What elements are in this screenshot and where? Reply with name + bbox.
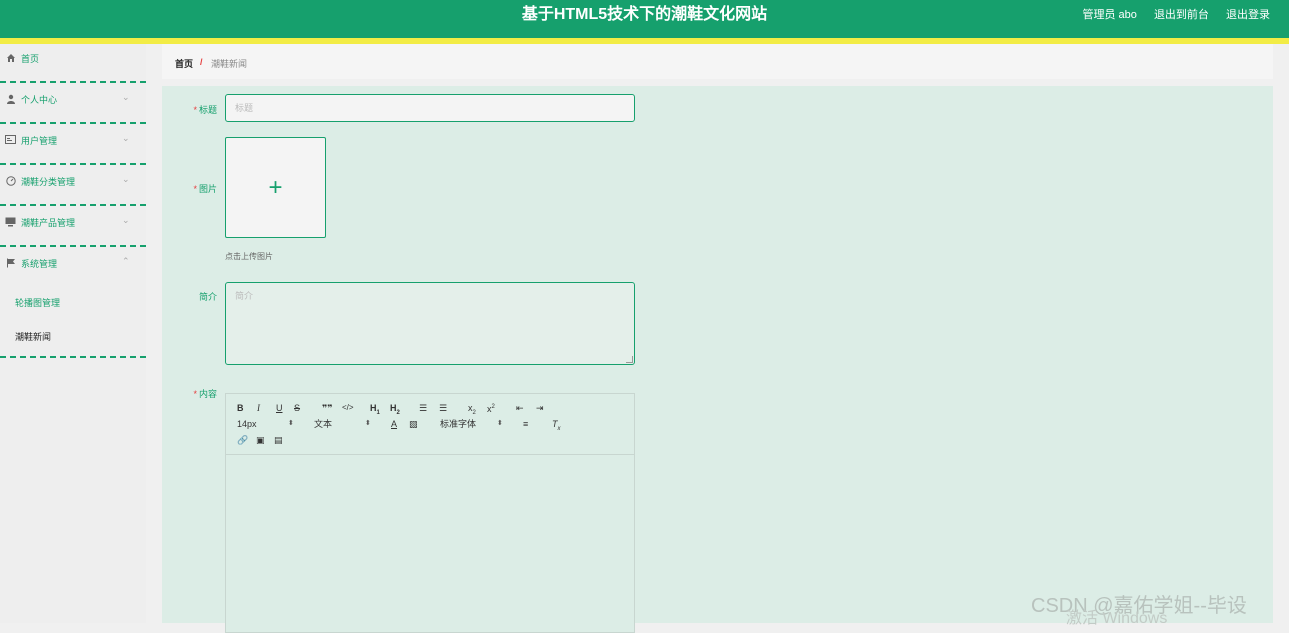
select-caret-icon: ⬍: [365, 420, 371, 427]
title-placeholder: 标题: [235, 103, 254, 113]
subscript-icon[interactable]: x2: [468, 402, 476, 419]
select-caret-icon: ⬍: [288, 420, 294, 427]
text-type-select[interactable]: 文本: [314, 418, 332, 430]
system-submenu: 轮播图管理 潮鞋新闻: [0, 286, 146, 358]
title-label: * 标题: [193, 105, 217, 115]
link-icon[interactable]: 🔗: [237, 434, 248, 446]
admin-name: 管理员 abo: [1082, 9, 1137, 21]
sidebar: 首页 个人中心 ⌄ 用户管理 ⌄ 潮鞋分类管理 ⌄ 潮鞋产品管理 ⌄ 系统管理 …: [0, 44, 146, 623]
plus-icon: +: [268, 174, 283, 201]
italic-icon[interactable]: I: [257, 402, 260, 414]
windows-activation-watermark: 激活 Windows: [1066, 610, 1168, 627]
ordered-list-icon[interactable]: ☰: [419, 402, 427, 414]
chevron-down-icon: ⌄: [122, 174, 130, 184]
page-scrollbar[interactable]: [1274, 44, 1289, 623]
sidebar-item-category-management[interactable]: 潮鞋分类管理 ⌄: [0, 167, 146, 206]
news-form: * 标题 标题 * 图片 + 点击上传图片 简介 简介 * 内容 B I U S ❞❞…: [162, 86, 1273, 633]
required-mark: *: [193, 105, 197, 115]
font-family-select[interactable]: 标准字体: [440, 418, 476, 430]
select-caret-icon: ⬍: [497, 420, 503, 427]
chevron-down-icon: ⌄: [122, 92, 130, 102]
gauge-icon: [5, 176, 16, 187]
sidebar-item-label: 潮鞋产品管理: [21, 218, 76, 228]
video-icon[interactable]: ▤: [274, 434, 283, 446]
background-color-icon[interactable]: ▧: [409, 418, 418, 430]
intro-textarea[interactable]: 简介: [225, 282, 635, 365]
sidebar-item-label: 首页: [21, 54, 40, 64]
sidebar-item-personal-center[interactable]: 个人中心 ⌄: [0, 85, 146, 124]
sidebar-item-label: 个人中心: [21, 95, 58, 105]
required-mark: *: [193, 389, 197, 399]
monitor-icon: [5, 217, 16, 228]
sidebar-item-user-management[interactable]: 用户管理 ⌄: [0, 126, 146, 165]
sidebar-item-home[interactable]: 首页: [0, 44, 146, 83]
underline-icon[interactable]: U: [276, 402, 283, 414]
chevron-up-icon: ⌃: [122, 256, 130, 266]
top-header: 基于HTML5技术下的潮鞋文化网站 管理员 abo 退出到前台 退出登录: [0, 0, 1289, 38]
breadcrumb-separator: /: [200, 57, 203, 67]
chevron-down-icon: ⌄: [122, 215, 130, 225]
strike-icon[interactable]: S: [294, 402, 300, 414]
submenu-item-news[interactable]: 潮鞋新闻: [0, 320, 146, 354]
breadcrumb: 首页 / 潮鞋新闻: [162, 44, 1273, 79]
heading2-icon[interactable]: H2: [390, 402, 400, 419]
sidebar-item-label: 系统管理: [21, 259, 58, 269]
intro-label: 简介: [198, 292, 217, 302]
header-actions: 管理员 abo 退出到前台 退出登录: [1068, 0, 1270, 30]
indent-icon[interactable]: ⇥: [536, 402, 544, 414]
chevron-down-icon: ⌄: [122, 133, 130, 143]
id-card-icon: [5, 135, 16, 146]
font-size-select[interactable]: 14px: [237, 418, 257, 430]
content-label: * 内容: [193, 389, 217, 399]
rich-text-editor: B I U S ❞❞ </> H1 H2 ☰ ☰ x2 x2 ⇤ ⇥ 14px …: [225, 393, 635, 633]
superscript-icon[interactable]: x2: [487, 401, 495, 415]
intro-placeholder: 简介: [235, 291, 254, 301]
font-color-icon[interactable]: A: [391, 418, 397, 430]
align-icon[interactable]: ≡: [523, 418, 528, 430]
editor-toolbar: B I U S ❞❞ </> H1 H2 ☰ ☰ x2 x2 ⇤ ⇥ 14px …: [226, 394, 634, 455]
flag-icon: [5, 258, 16, 269]
sidebar-item-system-management[interactable]: 系统管理 ⌃: [0, 249, 146, 286]
resize-handle[interactable]: [626, 356, 633, 363]
breadcrumb-current: 潮鞋新闻: [211, 59, 248, 69]
title-input[interactable]: 标题: [225, 94, 635, 122]
upload-hint: 点击上传图片: [225, 252, 273, 261]
logout-link[interactable]: 退出登录: [1226, 9, 1270, 21]
clear-format-icon[interactable]: Tx: [552, 418, 561, 435]
image-upload-button[interactable]: +: [225, 137, 326, 238]
bullet-list-icon[interactable]: ☰: [439, 402, 447, 414]
required-mark: *: [193, 184, 197, 194]
image-icon[interactable]: ▣: [256, 434, 265, 446]
sidebar-item-product-management[interactable]: 潮鞋产品管理 ⌄: [0, 208, 146, 247]
sidebar-item-label: 潮鞋分类管理: [21, 177, 76, 187]
code-icon[interactable]: </>: [342, 402, 354, 414]
back-to-front-link[interactable]: 退出到前台: [1154, 9, 1209, 21]
submenu-item-carousel[interactable]: 轮播图管理: [0, 286, 146, 320]
user-icon: [5, 94, 16, 105]
bold-icon[interactable]: B: [237, 402, 244, 414]
sidebar-item-label: 用户管理: [21, 136, 58, 146]
home-icon: [5, 53, 16, 64]
image-label: * 图片: [193, 184, 217, 194]
outdent-icon[interactable]: ⇤: [516, 402, 524, 414]
heading1-icon[interactable]: H1: [370, 402, 380, 419]
breadcrumb-home[interactable]: 首页: [175, 57, 193, 70]
blockquote-icon[interactable]: ❞❞: [322, 402, 333, 414]
